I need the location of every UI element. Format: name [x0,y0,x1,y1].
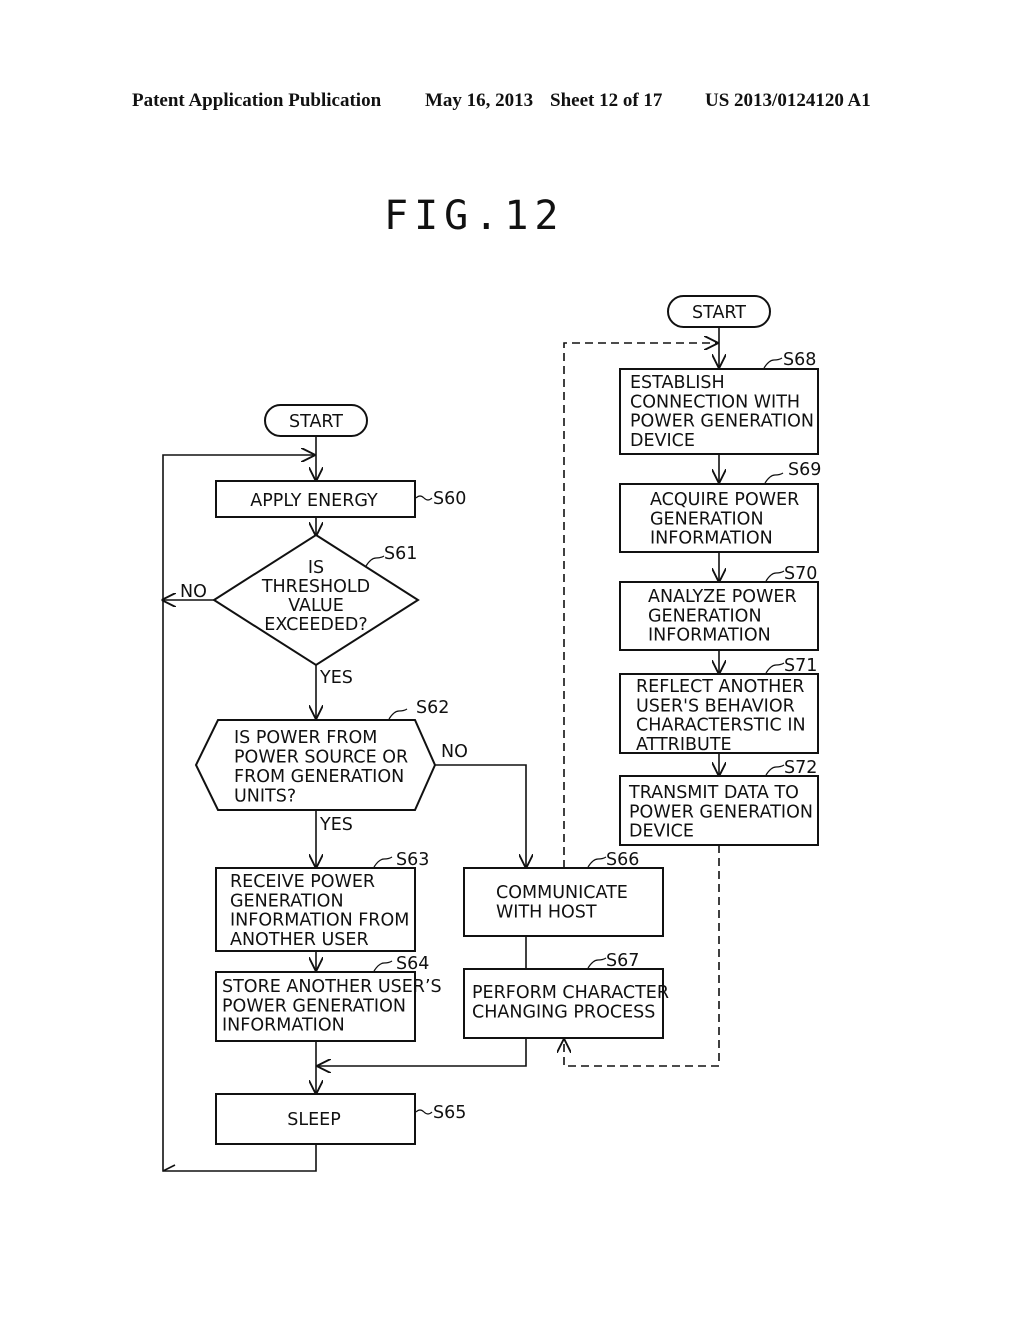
right-start-label: START [692,303,746,323]
s72-leader [765,764,785,776]
s72-label: S72 [784,758,817,778]
text-line: ACQUIRE POWER [650,490,799,510]
s67-label: S67 [606,951,639,971]
s63-leader [373,856,393,868]
s66-label: S66 [606,850,639,870]
text-line: ANALYZE POWER [648,587,797,607]
text-line: DEVICE [629,822,694,842]
text-line: ANOTHER USER [230,930,369,950]
text-line: POWER GENERATION [222,996,406,1016]
s64-leader [373,960,393,972]
text-line: IS [308,558,324,578]
text-line: COMMUNICATE [496,883,628,903]
text-line: ATTRIBUTE [636,735,732,755]
connector-s62-no-s66 [435,764,526,867]
s66-leader [587,856,607,868]
text-line: GENERATION [650,509,764,529]
flowchart: START START APPLY ENERGY IS THRESHOLD VALU… [0,295,821,1172]
s60-label: S60 [433,489,466,509]
text-line: DEVICE [630,431,695,451]
s68-label: S68 [783,350,816,370]
text-line: UNITS? [234,787,296,807]
text-line: GENERATION [230,891,344,911]
step-s65-text: SLEEP [287,1110,341,1130]
text-line: TRANSMIT DATA TO [628,783,799,803]
text-line: REFLECT ANOTHER [636,677,804,697]
text-line: THRESHOLD [261,577,370,597]
text-line: INFORMATION FROM [230,911,409,931]
loop-arrow-tip [162,1164,176,1172]
text-line: CONNECTION WITH [630,392,800,412]
text-line: RECEIVE POWER [230,872,375,892]
s65-leader [415,1109,433,1115]
text-line: POWER SOURCE OR [234,748,408,768]
s71-leader [765,662,785,674]
text-line: CHARACTERSTIC IN [636,716,806,736]
text-line: EXCEEDED? [264,615,367,635]
s69-leader [764,472,784,484]
s61-leader [365,555,385,567]
s65-label: S65 [433,1103,466,1123]
s70-label: S70 [784,564,817,584]
text-line: PERFORM CHARACTER [472,983,669,1003]
text-line: INFORMATION [222,1016,345,1036]
s62-no-label: NO [441,742,468,762]
s63-label: S63 [396,850,429,870]
text-line: SLEEP [287,1110,341,1130]
text-line: ESTABLISH [630,373,725,393]
s62-yes-label: YES [319,815,353,835]
text-line: FROM GENERATION [234,767,404,787]
text-line: APPLY ENERGY [250,491,378,511]
text-line: POWER GENERATION [629,802,813,822]
s69-label: S69 [788,460,821,480]
s62-leader [388,708,408,720]
text-line: WITH HOST [496,903,597,923]
s70-leader [765,570,785,582]
text-line: VALUE [288,596,344,616]
text-line: STORE ANOTHER USER’S [222,977,442,997]
left-start-terminal: START [264,404,368,437]
s67-leader [587,957,607,969]
s64-label: S64 [396,954,429,974]
text-line: INFORMATION [648,626,771,646]
text-line: IS POWER FROM [234,728,377,748]
s61-no-label: NO [180,582,207,602]
text-line: USER'S BEHAVIOR [636,696,795,716]
text-line: CHANGING PROCESS [472,1003,655,1023]
text-line: INFORMATION [650,529,773,549]
s71-label: S71 [784,656,817,676]
step-s60-text: APPLY ENERGY [250,491,378,511]
text-line: GENERATION [648,606,762,626]
s62-label: S62 [416,698,449,718]
s61-label: S61 [384,544,417,564]
step-s67-text: PERFORM CHARACTER CHANGING PROCESS [472,983,669,1023]
s61-yes-label: YES [319,668,353,688]
left-start-label: START [289,412,343,432]
connector-s67-merge [318,1038,527,1066]
s60-leader [415,495,433,501]
right-start-terminal: START [667,295,771,328]
text-line: POWER GENERATION [630,412,814,432]
s68-leader [763,357,783,369]
